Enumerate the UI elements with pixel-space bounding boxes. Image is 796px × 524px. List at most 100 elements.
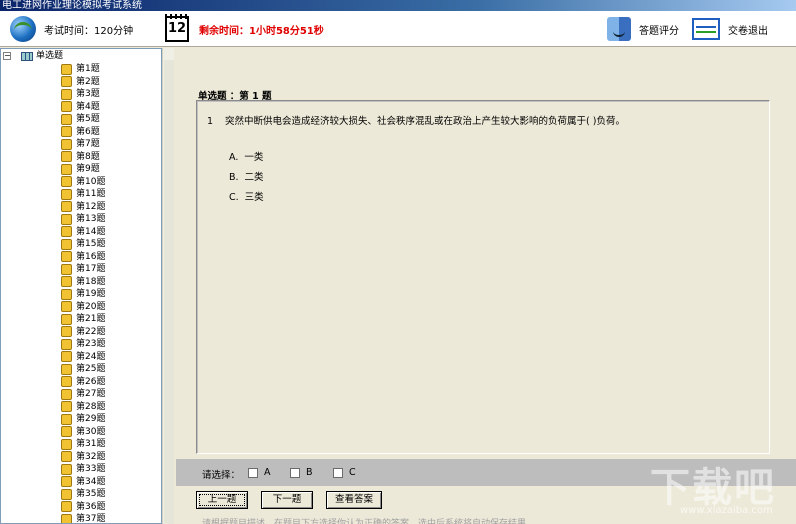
- question-icon: [61, 226, 72, 238]
- question-icon: [61, 413, 72, 425]
- tree-item-question[interactable]: 第4题: [1, 101, 161, 114]
- choice-a-label: A: [264, 467, 271, 478]
- tree-item-question[interactable]: 第32题: [1, 451, 161, 464]
- question-number: 1: [207, 116, 214, 127]
- tree-item-question[interactable]: 第31题: [1, 438, 161, 451]
- tree-item-label: 第8题: [76, 151, 100, 162]
- question-icon: [61, 113, 72, 125]
- tree-item-question[interactable]: 第3题: [1, 88, 161, 101]
- question-icon: [61, 451, 72, 463]
- tree-item-question[interactable]: 第15题: [1, 238, 161, 251]
- tree-item-question[interactable]: 第19题: [1, 288, 161, 301]
- tree-item-question[interactable]: 第25题: [1, 363, 161, 376]
- tree-item-question[interactable]: 第6题: [1, 126, 161, 139]
- calendar-icon: 12: [165, 14, 189, 42]
- tree-item-label: 第14题: [76, 226, 106, 237]
- tree-item-question[interactable]: 第27题: [1, 388, 161, 401]
- tree-item-question[interactable]: 第20题: [1, 301, 161, 314]
- tree-item-label: 第31题: [76, 439, 106, 449]
- grade-label: 答题评分: [639, 25, 679, 37]
- tree-item-question[interactable]: 第35题: [1, 488, 161, 501]
- tree-item-label: 第7题: [76, 139, 100, 149]
- answer-choice-a[interactable]: A: [248, 467, 271, 478]
- checkbox-b[interactable]: [290, 467, 300, 478]
- answer-choice-b[interactable]: B: [290, 467, 313, 478]
- tree-scrollbar[interactable]: [162, 48, 174, 524]
- tree-item-question[interactable]: 第16题: [1, 251, 161, 264]
- tree-item-question[interactable]: 第8题: [1, 151, 161, 164]
- tree-item-question[interactable]: 第34题: [1, 476, 161, 489]
- question-tree[interactable]: − 单选题 第1题 第2题 第3题第4题 第5题第6题 第7题第8题 第9题 第10题 第11…: [0, 48, 162, 524]
- question-icon: [61, 288, 72, 300]
- tree-item-question[interactable]: 第13题: [1, 213, 161, 226]
- option-text: 二类: [244, 172, 264, 183]
- option-letter: A.: [229, 152, 239, 163]
- tree-item-question[interactable]: 第36题: [1, 501, 161, 514]
- tree-item-question[interactable]: 第33题: [1, 463, 161, 476]
- option-letter: B.: [229, 172, 239, 183]
- tree-item-label: 第19题: [76, 289, 106, 299]
- scrollbar-thumb[interactable]: [164, 60, 174, 524]
- question-icon: [61, 351, 72, 363]
- tree-item-question[interactable]: 第22题: [1, 326, 161, 339]
- question-icon: [61, 263, 72, 275]
- tree-item-question[interactable]: 第5题: [1, 113, 161, 126]
- tree-item-question[interactable]: 第9题: [1, 163, 161, 176]
- tree-item-question[interactable]: 第10题: [1, 176, 161, 189]
- tree-item-question[interactable]: 第1题: [1, 63, 161, 76]
- tree-item-question[interactable]: 第14题: [1, 226, 161, 239]
- tree-item-question[interactable]: 第7题: [1, 138, 161, 151]
- question-icon: [61, 313, 72, 325]
- tree-item-question[interactable]: 第24题: [1, 351, 161, 364]
- next-question-button[interactable]: 下一题: [261, 491, 313, 509]
- tree-item-label: 第13题: [76, 214, 106, 224]
- tree-item-label: 第35题: [76, 489, 106, 499]
- prev-question-button[interactable]: 上一题: [196, 491, 248, 509]
- grade-button[interactable]: 答题评分: [607, 17, 679, 41]
- question-icon: [61, 401, 72, 413]
- tree-item-question[interactable]: 第12题: [1, 201, 161, 214]
- answer-label: 请选择：: [202, 470, 241, 481]
- question-icon: [61, 476, 72, 488]
- tree-item-question[interactable]: 第23题: [1, 338, 161, 351]
- tree-item-question[interactable]: 第21题: [1, 313, 161, 326]
- question-icon: [61, 251, 72, 263]
- collapse-icon[interactable]: −: [3, 52, 11, 60]
- submit-exit-button[interactable]: 交卷退出: [692, 18, 768, 40]
- tree-item-question[interactable]: 第28题: [1, 401, 161, 414]
- watermark-url: www.xiazaiba.com: [680, 505, 773, 516]
- checkbox-c[interactable]: [333, 467, 343, 478]
- exit-icon: [692, 18, 720, 40]
- tree-item-label: 第37题: [76, 514, 106, 524]
- submit-exit-label: 交卷退出: [728, 25, 768, 37]
- question-stem: 突然中断供电会造成经济较大损失、社会秩序混乱或在政治上产生较大影响的负荷属于( …: [225, 116, 625, 127]
- question-panel: 单选题 ：第 1 题 1 突然中断供电会造成经济较大损失、社会秩序混乱或在政治上产…: [176, 48, 796, 458]
- tree-item-question[interactable]: 第26题: [1, 376, 161, 389]
- question-icon: [61, 151, 72, 163]
- tree-item-label: 第26题: [76, 376, 106, 387]
- tree-item-question[interactable]: 第17题: [1, 263, 161, 276]
- tree-item-question[interactable]: 第29题: [1, 413, 161, 426]
- question-icon: [61, 76, 72, 88]
- question-icon: [61, 463, 72, 475]
- option-letter: C.: [229, 192, 239, 203]
- remaining-time-label: 剩余时间：1小时58分51秒: [199, 25, 324, 37]
- checkbox-a[interactable]: [248, 467, 258, 478]
- tree-item-label: 第3题: [76, 89, 100, 99]
- question-icon: [61, 501, 72, 513]
- question-icon: [61, 338, 72, 350]
- tree-item-question[interactable]: 第2题: [1, 76, 161, 89]
- answer-choice-c[interactable]: C: [333, 467, 356, 478]
- tree-item-question[interactable]: 第37题: [1, 513, 161, 524]
- tree-root-single-choice[interactable]: − 单选题: [1, 49, 161, 63]
- option-text: 三类: [244, 192, 264, 203]
- tree-item-question[interactable]: 第18题: [1, 276, 161, 289]
- finder-icon: [607, 17, 631, 41]
- view-answer-button[interactable]: 查看答案: [326, 491, 382, 509]
- tree-root-label: 单选题: [36, 50, 64, 61]
- tree-item-question[interactable]: 第30题: [1, 426, 161, 439]
- question-icon: [61, 101, 72, 113]
- tree-item-question[interactable]: 第11题: [1, 188, 161, 201]
- tree-item-label: 第5题: [76, 114, 100, 124]
- question-icon: [61, 188, 72, 200]
